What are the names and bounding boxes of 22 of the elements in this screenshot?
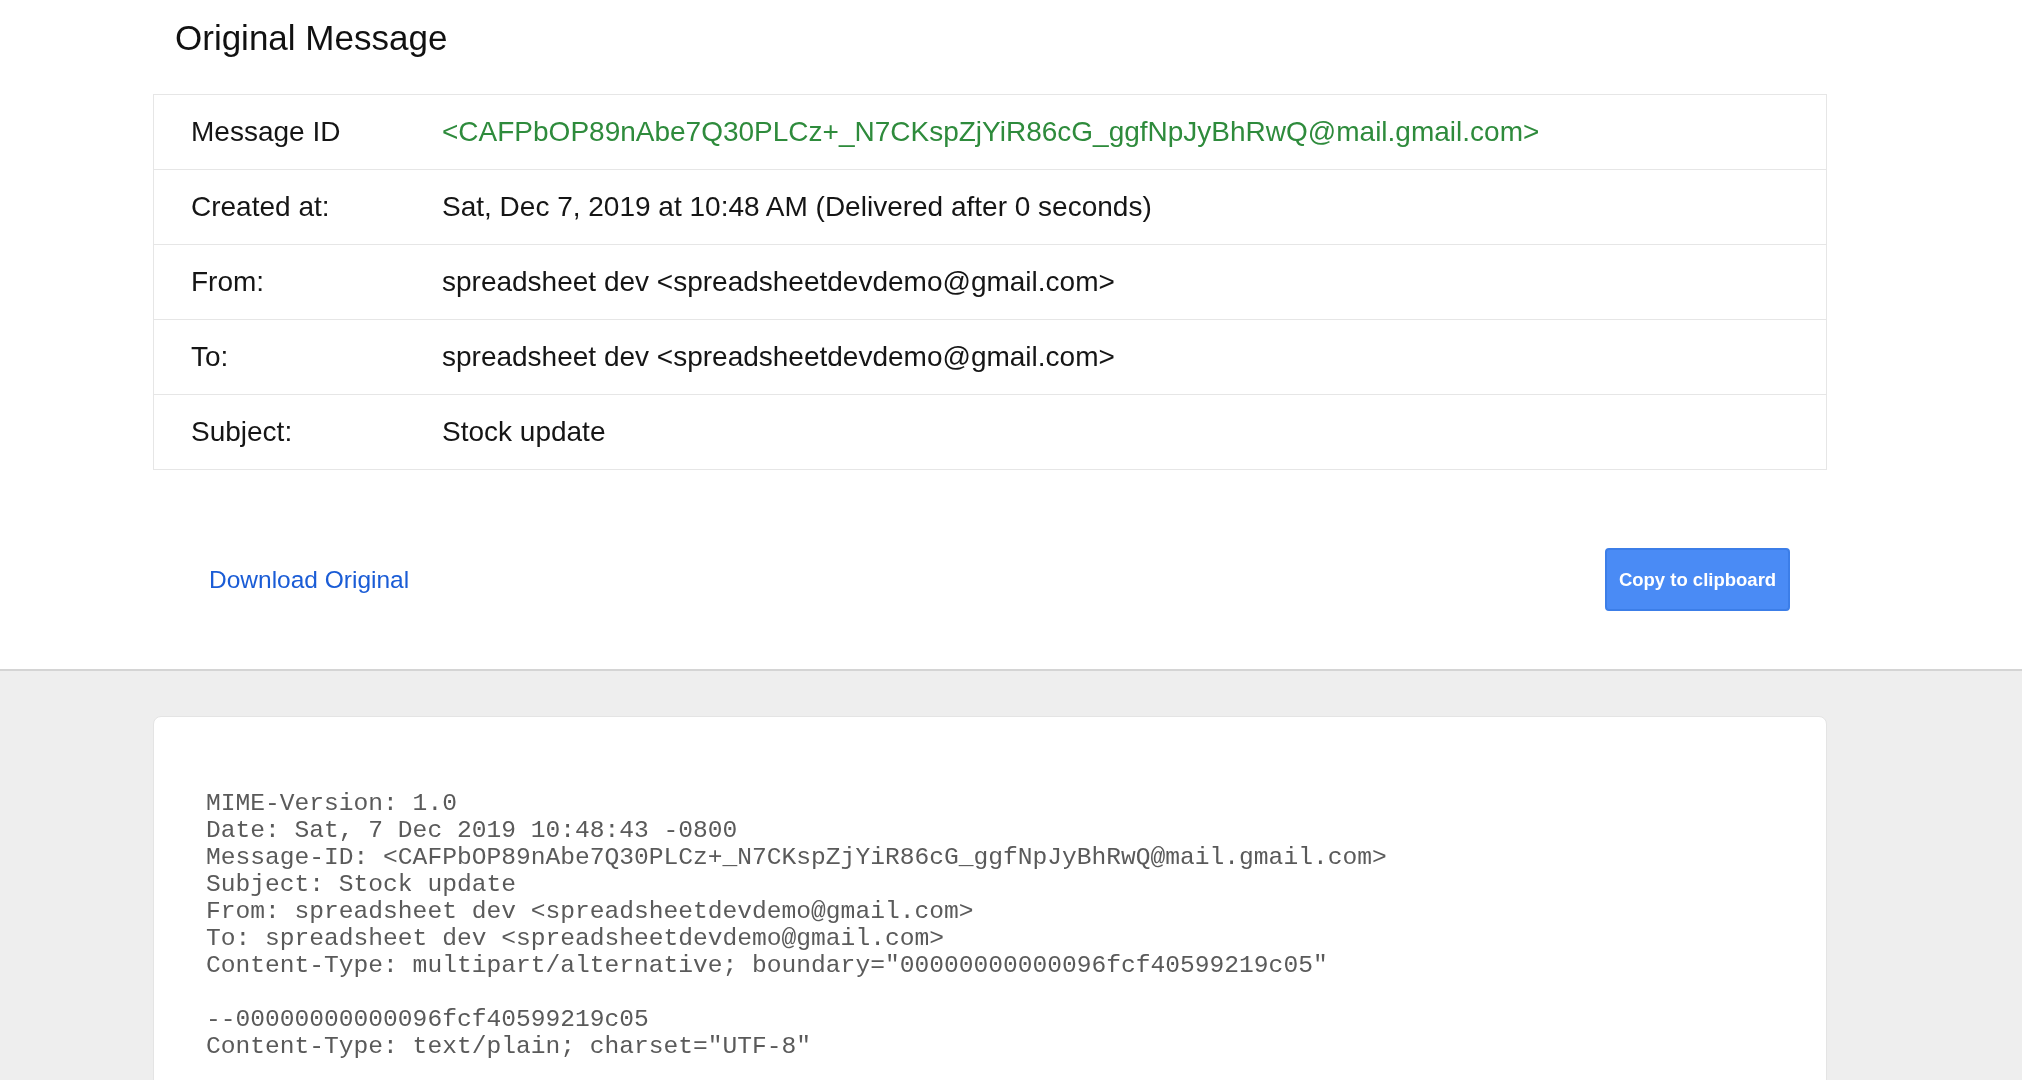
- detail-value: spreadsheet dev <spreadsheetdevdemo@gmail.com>: [442, 266, 1115, 298]
- detail-label: From:: [190, 266, 265, 298]
- detail-label: To:: [190, 341, 229, 373]
- detail-label: Subject:: [190, 416, 293, 448]
- source-line: Content-Type: multipart/alternative; boundary="00000000000096fcf40599219c05": [206, 952, 1328, 979]
- source-line: --00000000000096fcf40599219c05: [206, 1006, 649, 1033]
- source-line: Date: Sat, 7 Dec 2019 10:48:43 -0800: [206, 817, 738, 844]
- detail-label: Created at:: [190, 191, 330, 223]
- source-line: Message-ID: <CAFPbOP89nAbe7Q30PLCz+_N7CKspZjYiR86cG_ggfNpJyBhRwQ@mail.gmail.com>: [206, 844, 1387, 871]
- source-line: From: spreadsheet dev <spreadsheetdevdemo@gmail.com>: [206, 898, 974, 925]
- detail-value: spreadsheet dev <spreadsheetdevdemo@gmail.com>: [442, 341, 1115, 373]
- copy-button[interactable]: Copy to clipboard: [1605, 548, 1790, 611]
- detail-label: Message ID: [190, 116, 341, 148]
- source-line: To: spreadsheet dev <spreadsheetdevdemo@gmail.com>: [206, 925, 944, 952]
- page-title: Original Message: [174, 17, 448, 58]
- source-line: MIME-Version: 1.0: [206, 790, 457, 817]
- detail-value: <CAFPbOP89nAbe7Q30PLCz+_N7CKspZjYiR86cG_ggfNpJyBhRwQ@mail.gmail.com>: [442, 116, 1540, 148]
- download-link[interactable]: Download Original: [209, 565, 410, 594]
- source-line: Subject: Stock update: [206, 871, 516, 898]
- source-line: Content-Type: text/plain; charset="UTF-8": [206, 1033, 812, 1060]
- detail-value: Sat, Dec 7, 2019 at 10:48 AM (Delivered after 0 seconds): [442, 191, 1152, 223]
- detail-value: Stock update: [442, 416, 606, 448]
